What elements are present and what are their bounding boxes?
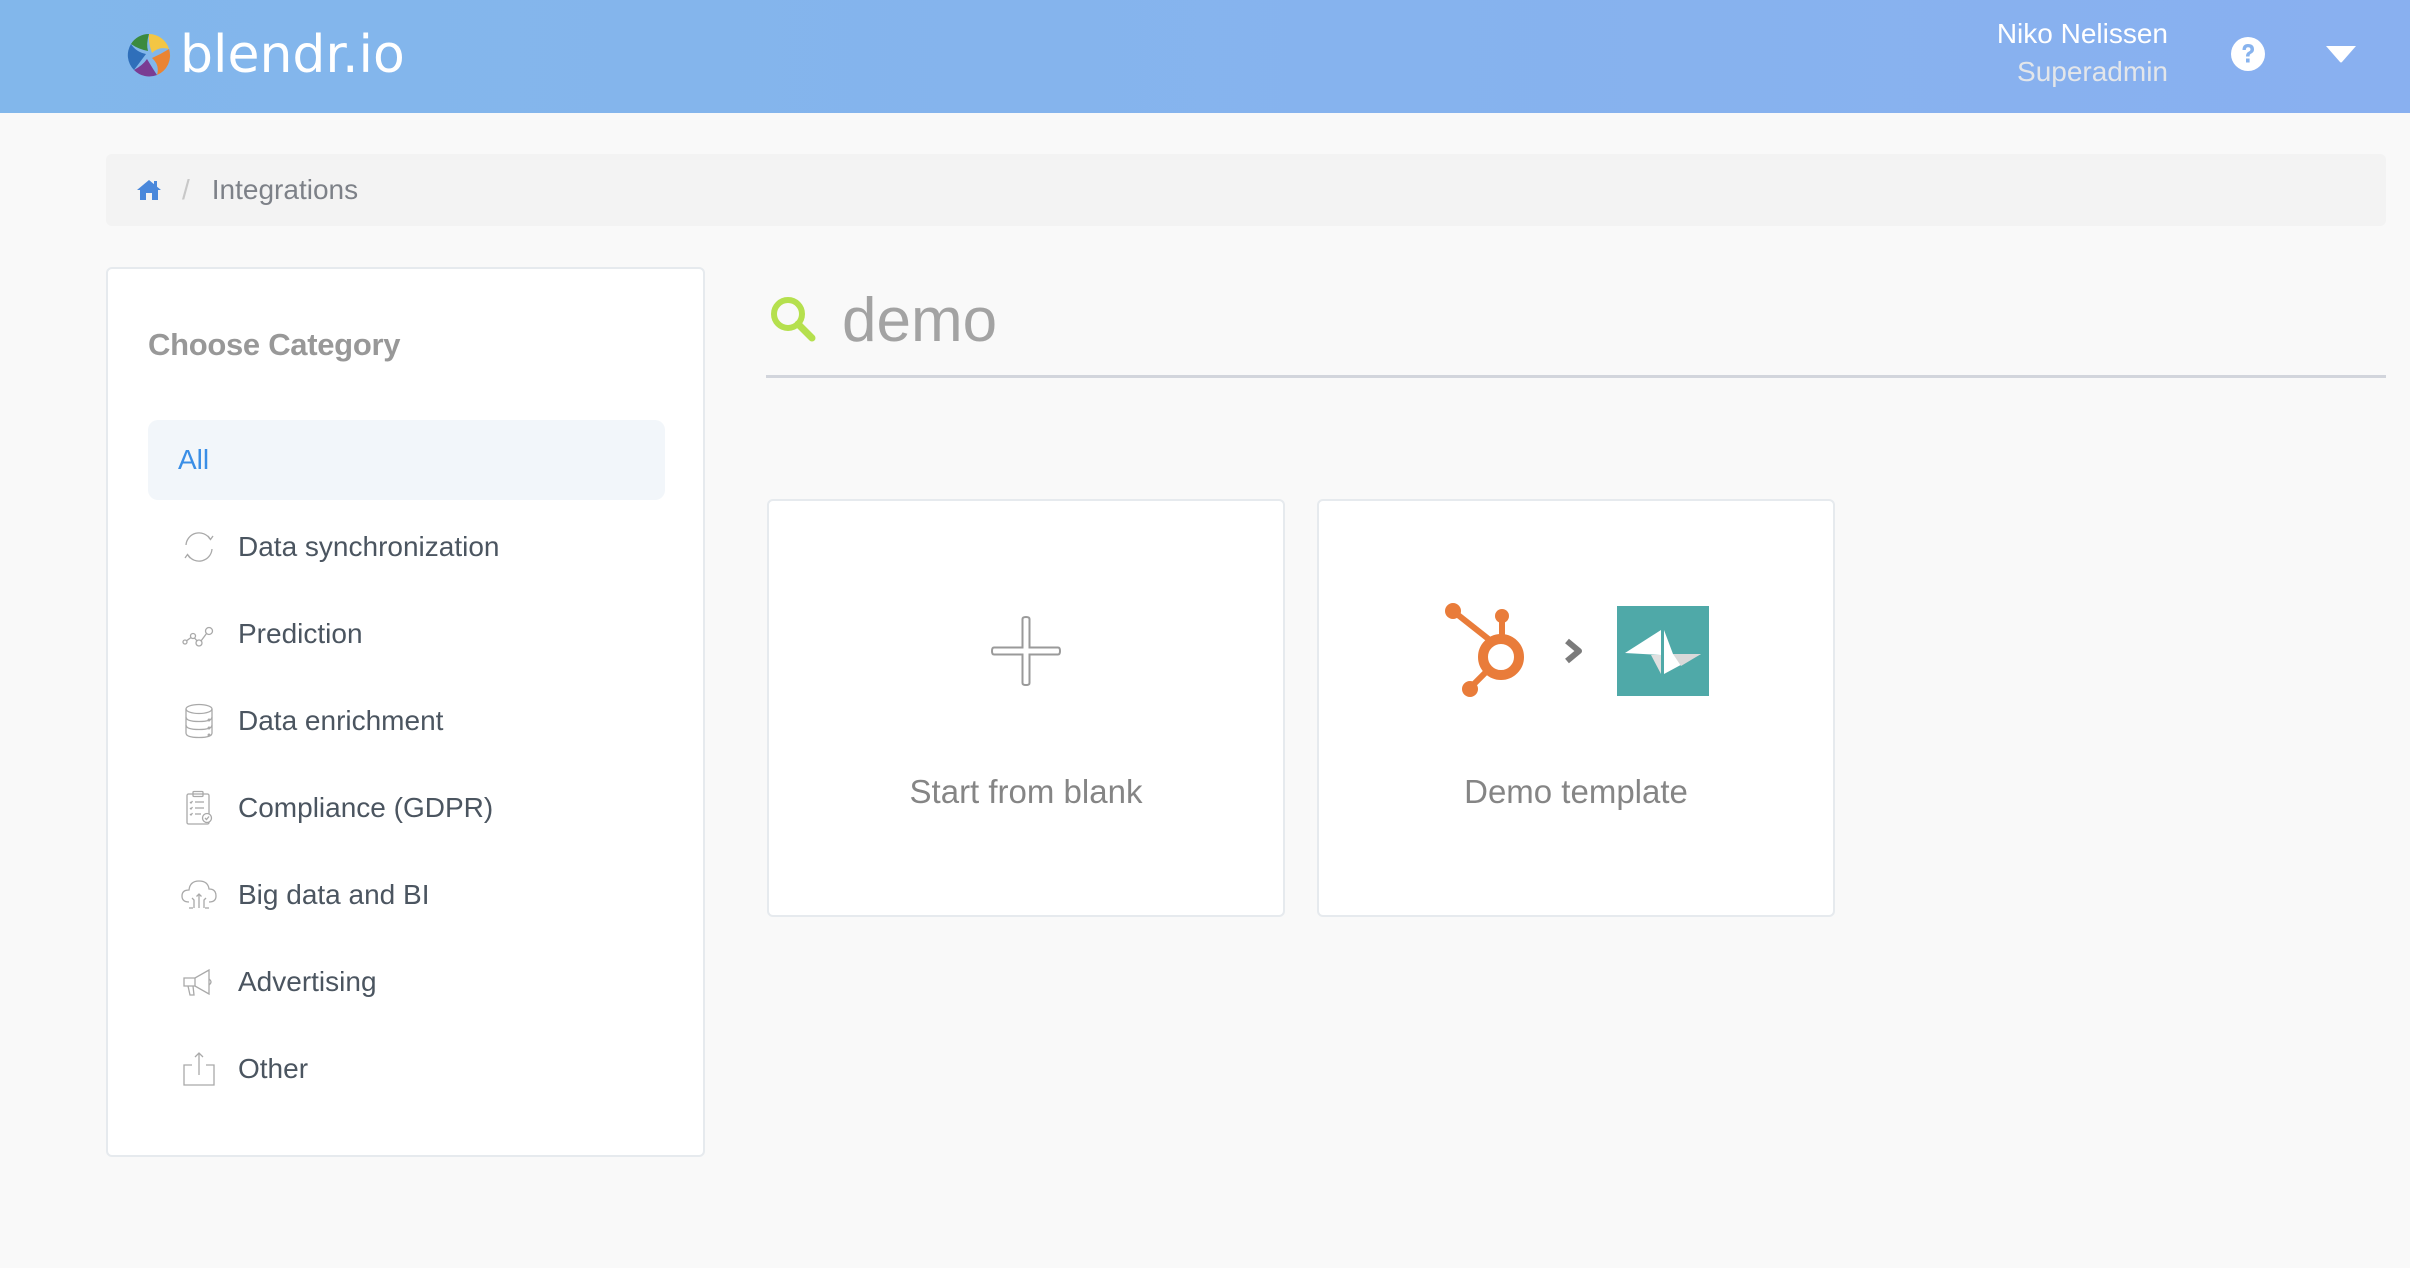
category-label: All (178, 444, 210, 475)
top-navbar: blendr.io Niko Nelissen Superadmin (0, 0, 2410, 113)
plus-icon (991, 616, 1061, 686)
sidebar-title: Choose Category (148, 327, 401, 362)
category-item-all[interactable]: All (148, 420, 665, 500)
demo-template-card[interactable]: Demo template (1317, 499, 1835, 917)
user-menu[interactable]: Niko Nelissen Superadmin (1997, 16, 2168, 92)
category-item-data-enrichment[interactable]: Data enrichment (148, 681, 665, 761)
prediction-graph-icon (182, 626, 214, 647)
category-sidebar: Choose Category All Data synchronization… (106, 267, 705, 1157)
breadcrumb-current: Integrations (211, 174, 359, 205)
cloud-upload-icon (181, 880, 217, 909)
brand-name: blendr.io (180, 25, 405, 85)
category-item-data-synchronization[interactable]: Data synchronization (148, 507, 665, 587)
clipboard-check-icon (186, 790, 213, 825)
breadcrumb-separator: / (182, 174, 190, 205)
breadcrumb: / Integrations (106, 154, 2386, 226)
category-label: Other (238, 1053, 309, 1084)
megaphone-icon (183, 968, 212, 996)
user-role: Superadmin (2017, 56, 2168, 87)
category-label: Big data and BI (238, 879, 430, 910)
category-label: Data enrichment (238, 705, 444, 736)
card-label: Start from blank (909, 773, 1143, 810)
category-label: Compliance (GDPR) (238, 792, 494, 823)
blendr-logo-icon (126, 32, 172, 78)
category-item-big-data-and-bi[interactable]: Big data and BI (148, 855, 665, 935)
teamleader-icon (1617, 606, 1709, 696)
user-name: Niko Nelissen (1996, 18, 2168, 49)
start-from-blank-card[interactable]: Start from blank (767, 499, 1285, 917)
category-item-other[interactable]: Other (148, 1029, 665, 1109)
category-item-compliance-gdpr[interactable]: Compliance (GDPR) (148, 768, 665, 848)
category-label: Prediction (238, 618, 363, 649)
search-bar (766, 280, 2386, 378)
category-label: Data synchronization (238, 531, 500, 562)
category-item-prediction[interactable]: Prediction (148, 594, 665, 674)
card-label: Demo template (1464, 773, 1688, 810)
share-upload-icon (183, 1052, 215, 1086)
category-item-advertising[interactable]: Advertising (148, 942, 665, 1022)
sync-icon (184, 532, 214, 562)
help-icon[interactable] (2230, 36, 2266, 72)
home-icon[interactable] (136, 178, 162, 202)
database-icon (185, 703, 213, 739)
card-visual (769, 601, 1283, 701)
search-input[interactable] (842, 280, 2242, 360)
category-list: All Data synchronization Prediction Data… (148, 420, 665, 1116)
hubspot-icon (1445, 603, 1524, 697)
category-label: Advertising (238, 966, 377, 997)
chevron-right-icon (1565, 638, 1582, 664)
brand-logo[interactable]: blendr.io (126, 25, 405, 85)
search-icon (771, 297, 816, 342)
caret-down-icon[interactable] (2325, 44, 2357, 64)
card-visual (1319, 601, 1833, 701)
